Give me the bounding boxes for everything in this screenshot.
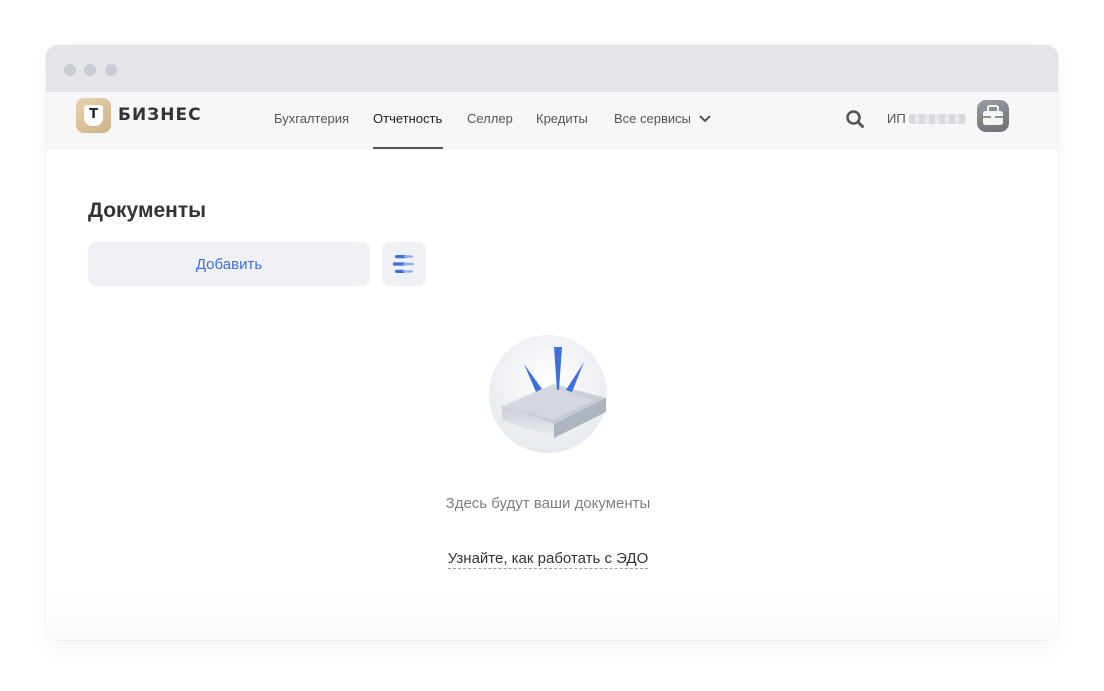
- top-navbar: Т БИЗНЕС Бухгалтерия Отчетность Селлер К…: [46, 92, 1058, 150]
- logo-shield-icon: Т: [84, 105, 103, 126]
- page-title: Документы: [88, 199, 207, 222]
- active-nav-indicator: [373, 147, 443, 149]
- briefcase-icon: [983, 105, 1003, 125]
- edo-help-link[interactable]: Узнайте, как работать с ЭДО: [447, 550, 649, 569]
- brand-name[interactable]: БИЗНЕС: [118, 105, 202, 125]
- filter-button[interactable]: [382, 242, 426, 286]
- nav-item-all-services-label: Все сервисы: [614, 111, 691, 126]
- user-name-blurred[interactable]: [909, 114, 966, 124]
- filter-icon: [393, 255, 414, 273]
- window-minimize-dot[interactable]: [84, 64, 96, 76]
- browser-window: Т БИЗНЕС Бухгалтерия Отчетность Селлер К…: [46, 45, 1058, 640]
- chevron-down-icon: [699, 115, 711, 122]
- empty-inbox-tray-icon: [489, 335, 607, 453]
- brand-logo[interactable]: Т: [76, 98, 111, 133]
- search-button[interactable]: [844, 108, 866, 130]
- search-icon: [846, 110, 864, 128]
- window-titlebar: [46, 45, 1058, 92]
- logo-letter: Т: [89, 107, 98, 122]
- add-document-button[interactable]: Добавить: [88, 242, 370, 286]
- window-close-dot[interactable]: [64, 64, 76, 76]
- nav-item-seller[interactable]: Селлер: [467, 111, 513, 126]
- nav-item-accounting[interactable]: Бухгалтерия: [274, 111, 349, 126]
- user-avatar[interactable]: [977, 100, 1009, 132]
- nav-item-all-services[interactable]: Все сервисы: [614, 111, 711, 126]
- window-maximize-dot[interactable]: [105, 64, 117, 76]
- main-content: Документы Добавить Здесь будут ваши доку…: [46, 150, 1058, 640]
- nav-item-reporting[interactable]: Отчетность: [373, 111, 442, 126]
- user-name-prefix[interactable]: ИП: [887, 111, 906, 126]
- edo-help-link-row: Узнайте, как работать с ЭДО: [46, 550, 1050, 569]
- empty-state-message: Здесь будут ваши документы: [445, 495, 651, 512]
- nav-item-credits[interactable]: Кредиты: [536, 111, 588, 126]
